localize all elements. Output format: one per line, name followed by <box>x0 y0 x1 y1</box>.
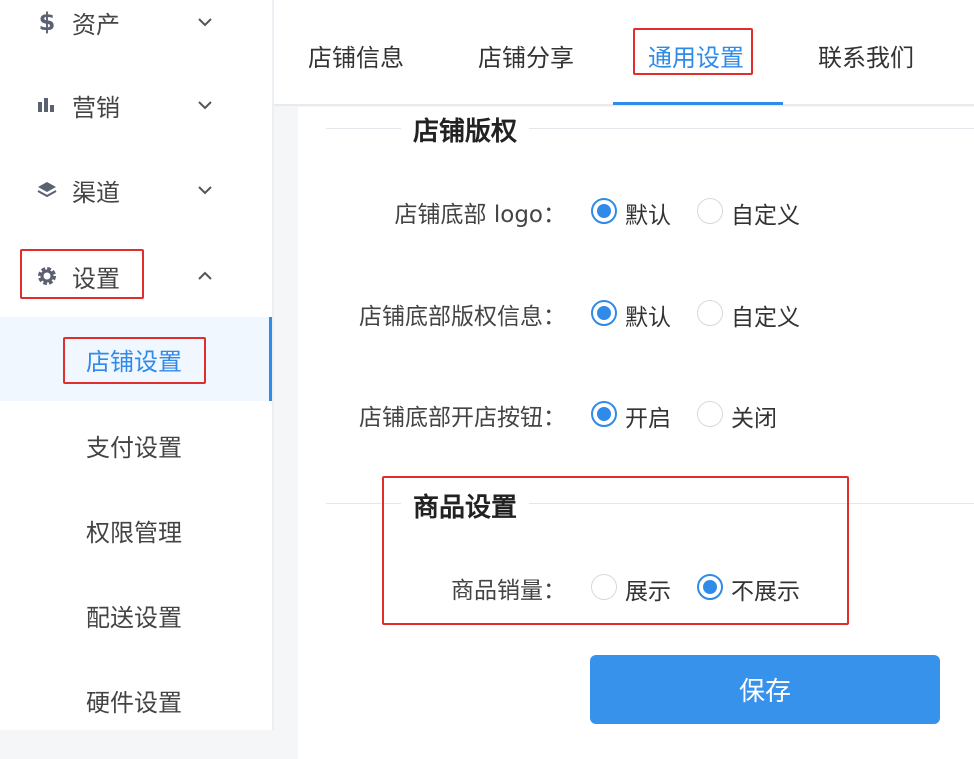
sidebar: $ 资产 营销 渠道 设置 店铺设置 支付设置 权限管理 配送设置 硬件设置 <box>0 0 272 730</box>
chevron-down-icon <box>198 18 212 27</box>
nav-group-assets[interactable]: $ 资产 <box>0 0 272 52</box>
sidebar-item-hardware-settings[interactable]: 硬件设置 <box>0 658 272 742</box>
sidebar-item-label: 支付设置 <box>86 433 182 462</box>
tab-store-share[interactable]: 店铺分享 <box>478 38 574 73</box>
radio-label: 自定义 <box>731 203 800 229</box>
footer-open-store-on-radio[interactable] <box>591 401 617 427</box>
nav-group-channels[interactable]: 渠道 <box>0 160 272 220</box>
tab-general-settings[interactable]: 通用设置 <box>648 38 744 73</box>
nav-group-label: 营销 <box>72 93 120 122</box>
footer-open-store-off-radio[interactable] <box>697 401 723 427</box>
footer-copyright-default-radio[interactable] <box>591 300 617 326</box>
section-title-product: 商品设置 <box>401 487 530 524</box>
sidebar-item-label: 店铺设置 <box>86 347 182 376</box>
sidebar-item-delivery-settings[interactable]: 配送设置 <box>0 573 272 657</box>
footer-open-store-label: 店铺底部开店按钮： <box>359 405 566 431</box>
radio-label: 展示 <box>625 579 671 605</box>
sidebar-item-store-settings[interactable]: 店铺设置 <box>0 317 272 401</box>
sidebar-item-label: 配送设置 <box>86 603 182 632</box>
save-button[interactable]: 保存 <box>590 655 940 724</box>
bar-chart-icon <box>36 94 58 116</box>
radio-label: 自定义 <box>731 305 800 331</box>
layers-icon <box>36 179 58 201</box>
footer-copyright-label: 店铺底部版权信息： <box>359 304 566 330</box>
nav-group-label: 设置 <box>72 264 120 293</box>
radio-label: 不展示 <box>731 579 800 605</box>
radio-label: 开启 <box>625 406 671 432</box>
gear-icon <box>36 265 58 287</box>
tab-contact-us[interactable]: 联系我们 <box>818 38 914 73</box>
nav-group-label: 渠道 <box>72 178 120 207</box>
dollar-icon: $ <box>38 8 56 36</box>
radio-label: 默认 <box>625 203 671 229</box>
nav-group-marketing[interactable]: 营销 <box>0 75 272 135</box>
chevron-down-icon <box>198 101 212 110</box>
radio-label: 默认 <box>625 305 671 331</box>
chevron-up-icon <box>198 271 212 280</box>
radio-label: 关闭 <box>731 406 777 432</box>
sidebar-item-label: 权限管理 <box>86 518 182 547</box>
footer-logo-label: 店铺底部 logo： <box>394 202 566 228</box>
product-sales-label: 商品销量： <box>451 578 566 604</box>
nav-group-settings[interactable]: 设置 <box>0 246 272 306</box>
tab-bar: 店铺信息 店铺分享 通用设置 联系我们 <box>274 0 974 106</box>
footer-copyright-custom-radio[interactable] <box>697 300 723 326</box>
sidebar-item-permissions[interactable]: 权限管理 <box>0 488 272 572</box>
section-title-copyright: 店铺版权 <box>401 111 530 148</box>
product-sales-hide-radio[interactable] <box>697 574 723 600</box>
tab-store-info[interactable]: 店铺信息 <box>308 38 404 73</box>
sidebar-item-payment-settings[interactable]: 支付设置 <box>0 403 272 487</box>
active-tab-indicator <box>613 102 783 105</box>
sidebar-divider <box>272 0 274 730</box>
footer-logo-custom-radio[interactable] <box>697 198 723 224</box>
nav-group-label: 资产 <box>72 10 120 39</box>
sidebar-item-label: 硬件设置 <box>86 688 182 717</box>
footer-logo-default-radio[interactable] <box>591 198 617 224</box>
chevron-down-icon <box>198 186 212 195</box>
product-sales-show-radio[interactable] <box>591 574 617 600</box>
